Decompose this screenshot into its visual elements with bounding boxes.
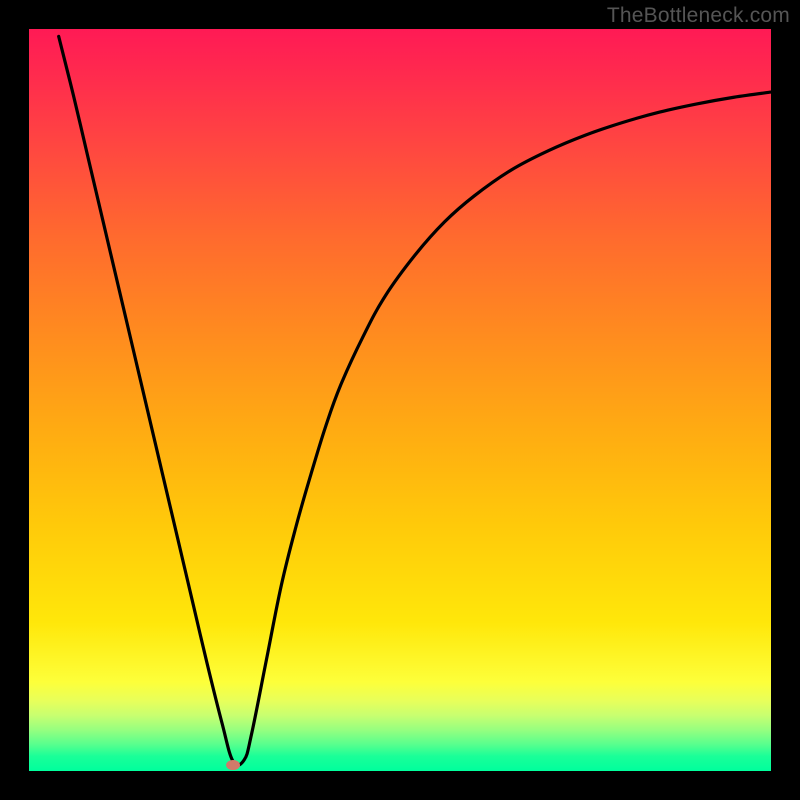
chart-frame: TheBottleneck.com bbox=[0, 0, 800, 800]
attribution-text: TheBottleneck.com bbox=[607, 4, 790, 28]
bottleneck-curve bbox=[29, 29, 771, 771]
plot-area bbox=[29, 29, 771, 771]
